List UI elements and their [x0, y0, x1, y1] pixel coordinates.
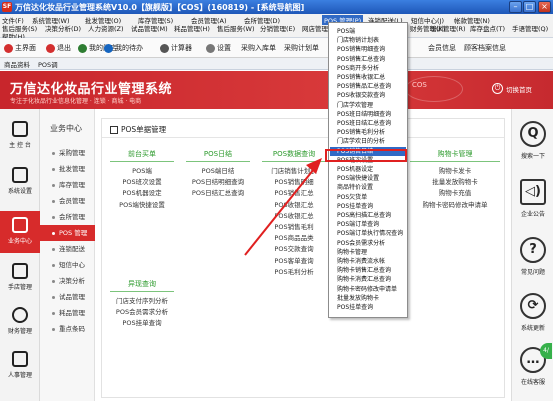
- annotation-arrow: [244, 158, 322, 256]
